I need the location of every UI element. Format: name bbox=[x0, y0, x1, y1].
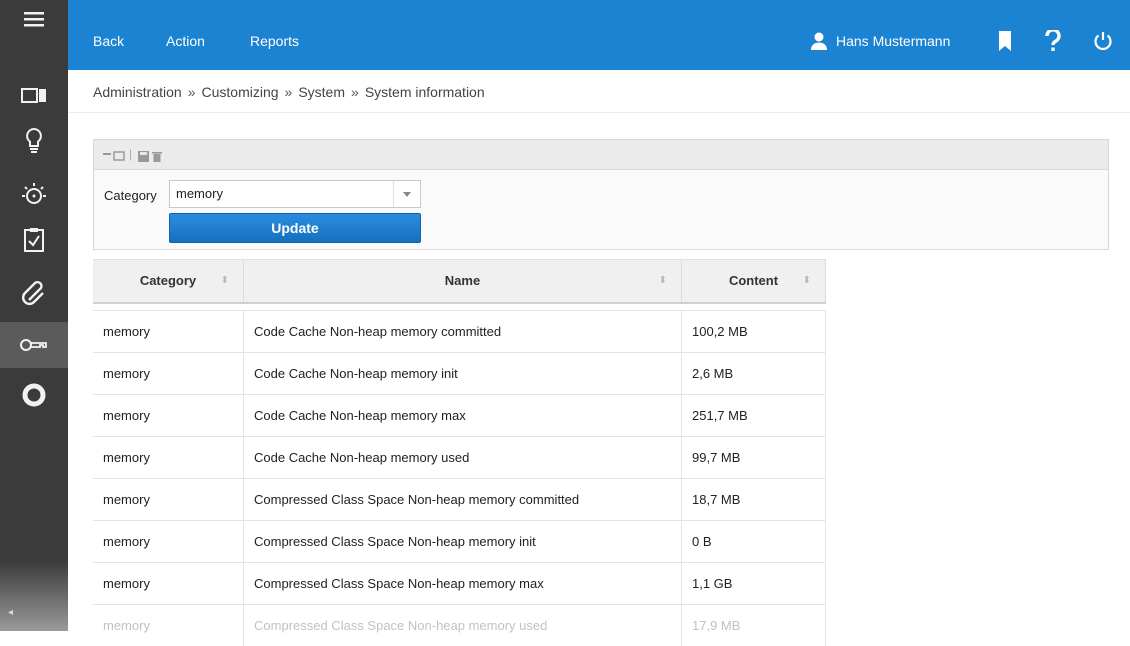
breadcrumb-customizing[interactable]: Customizing bbox=[202, 84, 279, 100]
checklist-icon[interactable] bbox=[0, 217, 68, 263]
lightbulb-icon[interactable] bbox=[0, 118, 68, 164]
save-icon[interactable] bbox=[138, 149, 149, 167]
menu-reports[interactable]: Reports bbox=[250, 0, 299, 70]
menu-icon[interactable] bbox=[0, 0, 68, 38]
cell-content: 100,2 MB bbox=[682, 311, 826, 352]
breadcrumb-system-information: System information bbox=[364, 84, 485, 100]
cell-content: 0 B bbox=[682, 521, 826, 562]
table-row[interactable]: memory Compressed Class Space Non-heap m… bbox=[93, 520, 826, 562]
filter-panel: | Category memory Update bbox=[93, 139, 1109, 250]
sun-icon[interactable] bbox=[0, 172, 68, 218]
breadcrumb-separator: » bbox=[351, 84, 359, 100]
cell-name: Code Cache Non-heap memory init bbox=[244, 353, 682, 394]
cell-category: memory bbox=[93, 521, 244, 562]
category-select[interactable]: memory bbox=[169, 180, 421, 208]
cell-name: Compressed Class Space Non-heap memory i… bbox=[244, 521, 682, 562]
cell-name: Compressed Class Space Non-heap memory u… bbox=[244, 605, 682, 646]
cell-category: memory bbox=[93, 311, 244, 352]
cell-category: memory bbox=[93, 605, 244, 646]
breadcrumb-separator: » bbox=[284, 84, 293, 100]
table-row[interactable]: memory Compressed Class Space Non-heap m… bbox=[93, 562, 826, 604]
toolbar-separator: | bbox=[129, 147, 133, 161]
cell-content: 1,1 GB bbox=[682, 563, 826, 604]
category-label: Category bbox=[104, 188, 157, 203]
cell-content: 251,7 MB bbox=[682, 395, 826, 436]
divider bbox=[68, 112, 1130, 113]
bookmark-icon[interactable] bbox=[994, 30, 1016, 52]
menu-action[interactable]: Action bbox=[166, 0, 205, 70]
breadcrumb: Administration » Customizing » System » … bbox=[93, 84, 485, 100]
menu-back[interactable]: Back bbox=[93, 0, 124, 70]
cell-content: 99,7 MB bbox=[682, 437, 826, 478]
user-name: Hans Mustermann bbox=[836, 33, 951, 49]
table-row[interactable]: memory Code Cache Non-heap memory max 25… bbox=[93, 394, 826, 436]
column-header-content[interactable]: Content ⬍ bbox=[682, 260, 826, 302]
help-ring-icon[interactable] bbox=[0, 372, 68, 418]
table-body: memory Code Cache Non-heap memory commit… bbox=[93, 310, 826, 646]
top-bar: Back Action Reports Hans Mustermann bbox=[68, 0, 1130, 70]
table-row[interactable]: memory Code Cache Non-heap memory commit… bbox=[93, 310, 826, 352]
sort-icon: ⬍ bbox=[802, 275, 811, 286]
sidebar: ◂ bbox=[0, 0, 68, 631]
table-row[interactable]: memory Code Cache Non-heap memory used 9… bbox=[93, 436, 826, 478]
cell-content: 2,6 MB bbox=[682, 353, 826, 394]
cell-content: 18,7 MB bbox=[682, 479, 826, 520]
attachment-icon[interactable] bbox=[0, 270, 68, 316]
breadcrumb-administration[interactable]: Administration bbox=[93, 84, 182, 100]
column-header-label: Category bbox=[139, 273, 197, 288]
column-header-name[interactable]: Name ⬍ bbox=[244, 260, 682, 302]
cell-name: Compressed Class Space Non-heap memory c… bbox=[244, 479, 682, 520]
cell-category: memory bbox=[93, 437, 244, 478]
column-header-category[interactable]: Category ⬍ bbox=[93, 260, 244, 302]
power-icon[interactable] bbox=[1092, 30, 1114, 52]
collapse-arrow-icon[interactable]: ◂ bbox=[8, 607, 20, 619]
cell-content: 17,9 MB bbox=[682, 605, 826, 646]
sort-icon: ⬍ bbox=[658, 275, 667, 286]
table-row[interactable]: memory Compressed Class Space Non-heap m… bbox=[93, 604, 826, 646]
cell-name: Code Cache Non-heap memory committed bbox=[244, 311, 682, 352]
cell-category: memory bbox=[93, 563, 244, 604]
cell-name: Code Cache Non-heap memory max bbox=[244, 395, 682, 436]
sidebar-footer bbox=[0, 561, 68, 631]
breadcrumb-system[interactable]: System bbox=[298, 84, 345, 100]
column-header-label: Content bbox=[728, 273, 779, 288]
cell-name: Code Cache Non-heap memory used bbox=[244, 437, 682, 478]
table-header: Category ⬍ Name ⬍ Content ⬍ bbox=[93, 259, 826, 304]
dashboard-icon[interactable] bbox=[0, 73, 68, 119]
update-button[interactable]: Update bbox=[169, 213, 421, 243]
user-icon bbox=[811, 32, 827, 50]
key-icon[interactable] bbox=[0, 322, 68, 368]
sort-icon: ⬍ bbox=[220, 275, 229, 286]
cell-name: Compressed Class Space Non-heap memory m… bbox=[244, 563, 682, 604]
user-menu[interactable]: Hans Mustermann bbox=[810, 0, 950, 70]
breadcrumb-separator: » bbox=[187, 84, 196, 100]
cell-category: memory bbox=[93, 353, 244, 394]
system-info-table: Category ⬍ Name ⬍ Content ⬍ memory Code … bbox=[93, 259, 826, 646]
table-row[interactable]: memory Compressed Class Space Non-heap m… bbox=[93, 478, 826, 520]
delete-icon[interactable] bbox=[152, 149, 162, 167]
cell-category: memory bbox=[93, 479, 244, 520]
column-header-label: Name bbox=[444, 273, 481, 288]
chevron-down-icon[interactable] bbox=[393, 181, 420, 207]
category-select-value: memory bbox=[176, 186, 223, 201]
cell-category: memory bbox=[93, 395, 244, 436]
collapse-icon[interactable] bbox=[103, 149, 125, 167]
help-icon[interactable] bbox=[1042, 30, 1064, 52]
table-row[interactable]: memory Code Cache Non-heap memory init 2… bbox=[93, 352, 826, 394]
panel-toolbar: | bbox=[94, 140, 1108, 170]
